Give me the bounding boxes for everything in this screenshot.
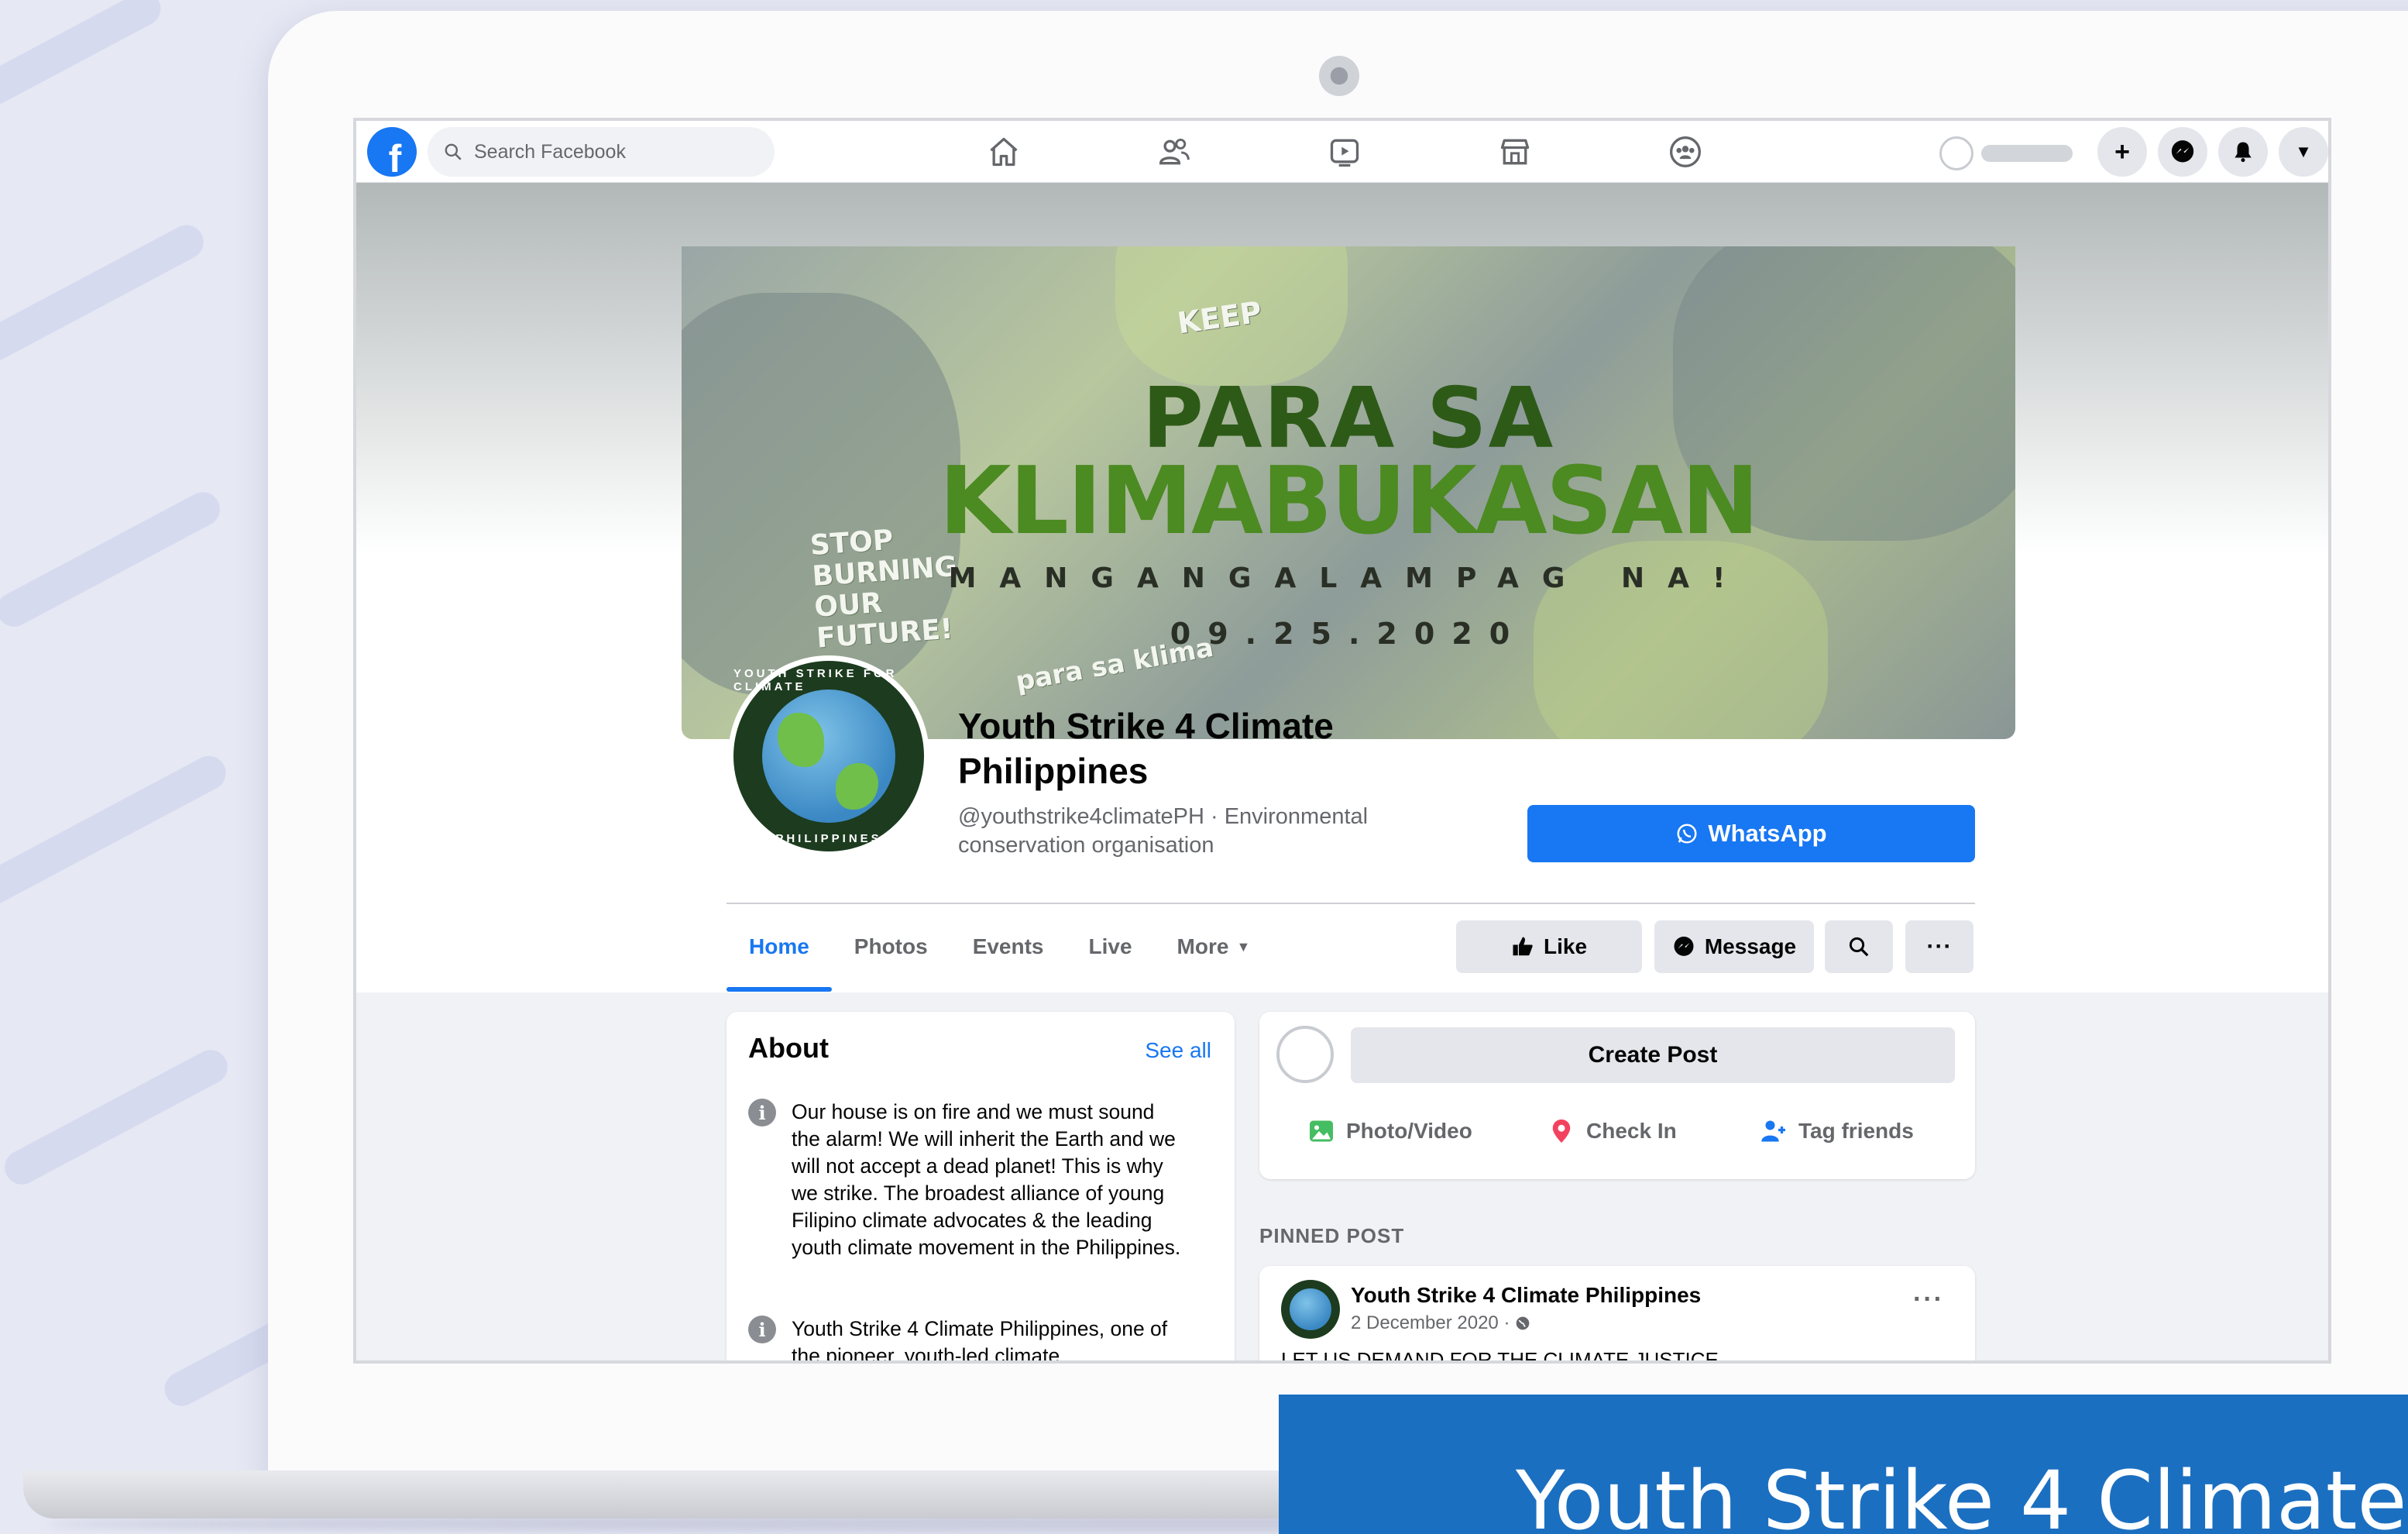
photo-icon [1310, 1120, 1333, 1142]
groups-icon[interactable] [1667, 135, 1704, 169]
page-search-button[interactable] [1825, 920, 1893, 973]
tag-friends-icon [1761, 1120, 1785, 1142]
cover-tagline: MANGANGALAMPAG NA! [948, 562, 1749, 594]
tab-label: More [1177, 934, 1229, 958]
avatar[interactable] [1281, 1280, 1340, 1339]
browser-screen: STOP BURNING OUR FUTURE! KEEP para sa kl… [353, 118, 2331, 1364]
banner-title: Youth Strike 4 Climate Ph [1516, 1453, 2408, 1534]
facebook-logo[interactable]: f [367, 127, 417, 177]
profile-name-placeholder [1981, 145, 2073, 162]
header-divider [727, 903, 1975, 904]
caption-banner: Youth Strike 4 Climate Ph [1279, 1395, 2408, 1534]
caret-down-icon: ▼ [2295, 142, 2312, 161]
whatsapp-button[interactable]: WhatsApp [1527, 805, 1975, 862]
about-description: Our house is on fire and we must sound t… [792, 1100, 1181, 1259]
post-text: LET US DEMAND FOR THE CLIMATE JUSTICE [1281, 1348, 1719, 1364]
background-stroke [0, 486, 226, 633]
tab-photos[interactable]: Photos [832, 908, 950, 985]
watch-icon[interactable] [1326, 135, 1363, 169]
photo-video-label: Photo/Video [1346, 1119, 1472, 1143]
about-card: About See all i Our house is on fire and… [727, 1012, 1235, 1364]
background-stroke [0, 750, 232, 911]
about-item: i Youth Strike 4 Climate Philippines, on… [748, 1316, 1187, 1364]
tab-label: Home [749, 934, 809, 958]
like-button[interactable]: Like [1456, 920, 1642, 973]
post-author[interactable]: Youth Strike 4 Climate Philippines [1351, 1283, 1701, 1308]
cover-headline: KLIMABUKASAN [939, 448, 1760, 555]
post-date: 2 December 2020 · [1351, 1312, 1516, 1333]
check-in-button[interactable]: Check In [1548, 1109, 1677, 1153]
account-menu-button[interactable]: ▼ [2279, 127, 2328, 177]
location-pin-icon [1552, 1120, 1571, 1143]
page-title: Youth Strike 4 Climate Philippines [958, 706, 1334, 791]
tab-home[interactable]: Home [727, 908, 832, 992]
background-stroke [0, 0, 167, 111]
about-description: Youth Strike 4 Climate Philippines, one … [792, 1317, 1168, 1364]
background-stroke [0, 1044, 234, 1191]
page-header: STOP BURNING OUR FUTURE! KEEP para sa kl… [356, 183, 2328, 992]
search-input[interactable]: Search Facebook [428, 127, 775, 177]
search-icon [445, 143, 462, 160]
cover-date: 09.25.2020 [1170, 617, 1527, 651]
facebook-logo-letter: f [388, 137, 402, 177]
post-timestamp: 2 December 2020 · [1351, 1312, 1530, 1334]
more-options-button[interactable]: ··· [1905, 920, 1973, 973]
marketplace-icon[interactable] [1496, 135, 1534, 169]
tab-more[interactable]: More ▼ [1155, 908, 1273, 985]
check-in-label: Check In [1586, 1119, 1677, 1143]
caret-down-icon: ▼ [1236, 938, 1251, 954]
photo-video-button[interactable]: Photo/Video [1307, 1109, 1472, 1153]
message-label: Message [1704, 934, 1797, 958]
friends-icon[interactable] [1156, 135, 1193, 169]
whatsapp-icon [1677, 824, 1697, 844]
create-post-button[interactable]: Create Post [1351, 1027, 1955, 1083]
globe-icon [762, 690, 895, 823]
message-button[interactable]: Message [1654, 920, 1814, 973]
globe-icon [1516, 1316, 1530, 1330]
post-options-button[interactable]: ··· [1913, 1285, 1944, 1315]
organisation-logo: YOUTH STRIKE FOR CLIMATE PHILIPPINES [733, 661, 924, 851]
avatar [1276, 1026, 1334, 1083]
search-icon [1849, 937, 1869, 957]
notifications-button[interactable] [2218, 127, 2268, 177]
background-stroke [0, 218, 210, 373]
pinned-post: Youth Strike 4 Climate Philippines 2 Dec… [1259, 1266, 1975, 1364]
tab-label: Events [972, 934, 1044, 958]
like-label: Like [1543, 934, 1588, 958]
plus-icon: + [2114, 136, 2130, 167]
messenger-icon [1674, 936, 1694, 956]
more-icon: ··· [1926, 934, 1953, 959]
tab-label: Photos [854, 934, 928, 958]
messenger-icon [2171, 140, 2194, 163]
avatar [1939, 136, 1973, 170]
info-icon: i [748, 1316, 776, 1343]
bell-icon [2235, 142, 2252, 163]
tag-friends-label: Tag friends [1798, 1119, 1914, 1143]
about-heading: About [748, 1032, 829, 1064]
page-tabs: Home Photos Events Live More ▼ [727, 908, 1273, 992]
create-post-card: Create Post Photo/Video Check In Tag fri… [1259, 1012, 1975, 1179]
webcam [1319, 56, 1359, 96]
messenger-button[interactable] [2158, 127, 2207, 177]
create-button[interactable]: + [2097, 127, 2147, 177]
about-item: i Our house is on fire and we must sound… [748, 1099, 1187, 1261]
profile-picture[interactable]: YOUTH STRIKE FOR CLIMATE PHILIPPINES [728, 655, 929, 857]
tab-events[interactable]: Events [950, 908, 1067, 985]
profile-shortcut[interactable] [1939, 136, 2073, 170]
tab-label: Live [1088, 934, 1132, 958]
top-navigation-bar: f Search Facebook + ▼ [356, 121, 2328, 183]
page-subtitle: @youthstrike4climatePH · Environmental c… [958, 804, 1369, 858]
search-placeholder: Search Facebook [474, 140, 626, 163]
whatsapp-label: WhatsApp [1708, 820, 1827, 847]
home-icon[interactable] [985, 135, 1022, 169]
tab-live[interactable]: Live [1067, 908, 1155, 985]
thumbs-up-icon [1513, 937, 1533, 956]
info-icon: i [748, 1099, 776, 1126]
see-all-link[interactable]: See all [1145, 1038, 1211, 1063]
tag-friends-button[interactable]: Tag friends [1760, 1109, 1914, 1153]
logo-ring-text: PHILIPPINES [775, 832, 882, 845]
cover-photo[interactable]: STOP BURNING OUR FUTURE! KEEP para sa kl… [682, 246, 2015, 739]
pinned-post-heading: PINNED POST [1259, 1224, 1405, 1247]
